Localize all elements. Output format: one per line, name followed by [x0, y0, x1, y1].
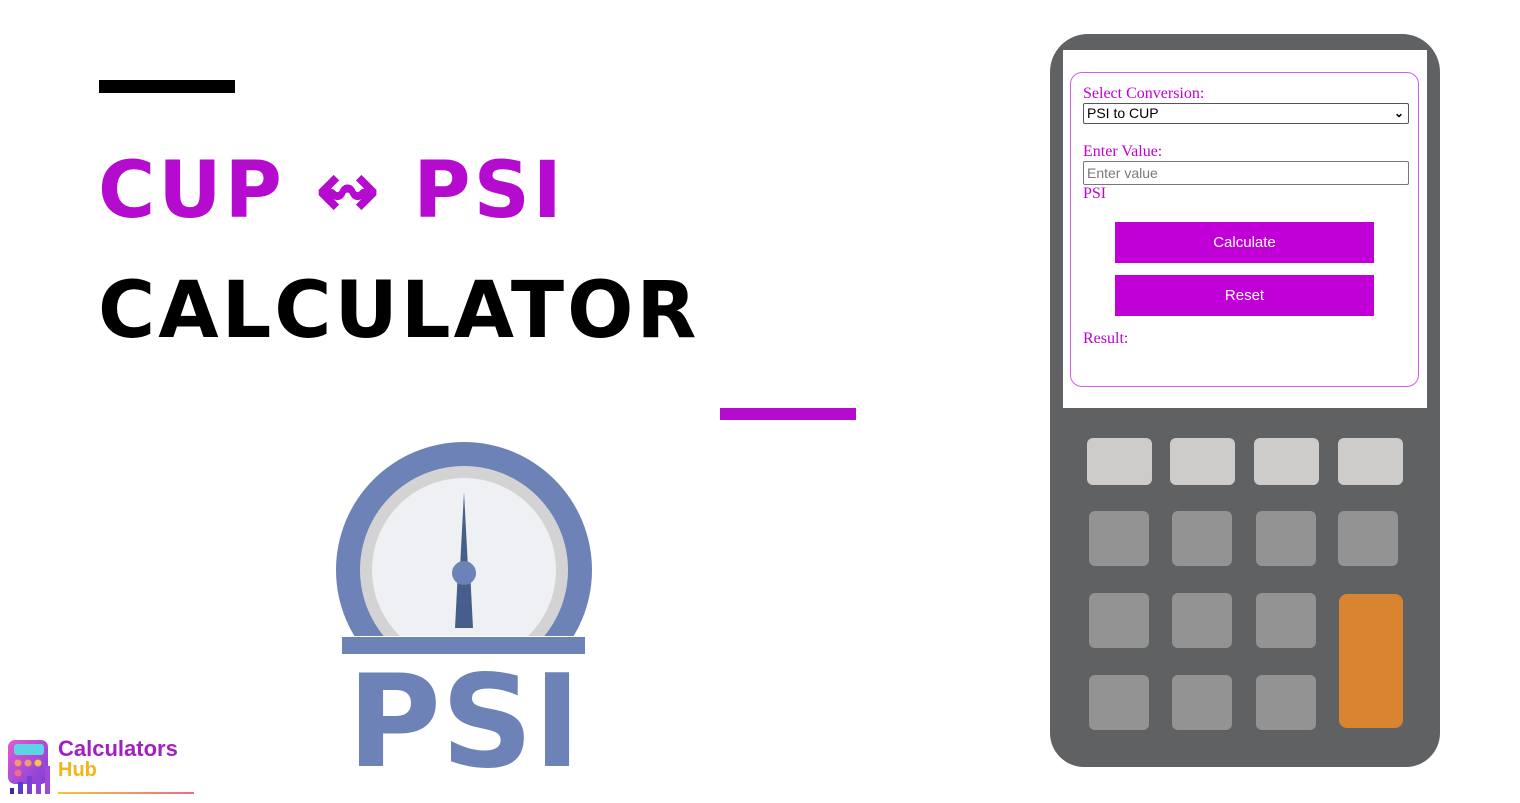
calculate-button[interactable]: Calculate [1115, 222, 1374, 263]
decorative-bar-black [99, 80, 235, 93]
key [1338, 511, 1398, 566]
gauge-label: PSI [347, 648, 581, 770]
brand-logo: Calculators Hub [6, 738, 196, 798]
key [1172, 593, 1232, 648]
chevron-down-icon: ⌄ [1393, 106, 1404, 120]
pressure-gauge-icon: PSI [330, 442, 600, 770]
key [1172, 511, 1232, 566]
key [1256, 675, 1316, 730]
calculator-device: Select Conversion: PSI to CUP ⌄ Enter Va… [1050, 34, 1440, 767]
page-title-line-1: CUP ↭ PSI [98, 146, 565, 236]
brand-name-line-1: Calculators [58, 736, 178, 761]
conversion-form: Select Conversion: PSI to CUP ⌄ Enter Va… [1070, 72, 1419, 387]
key [1087, 438, 1152, 485]
key [1254, 438, 1319, 485]
decorative-bar-purple [720, 408, 856, 420]
key [1256, 593, 1316, 648]
reset-button[interactable]: Reset [1115, 275, 1374, 316]
conversion-select[interactable]: PSI to CUP ⌄ [1083, 103, 1409, 124]
brand-name-line-2: Hub [58, 759, 97, 781]
calculator-logo-icon [8, 740, 50, 794]
key [1089, 675, 1149, 730]
key [1172, 675, 1232, 730]
calculator-screen: Select Conversion: PSI to CUP ⌄ Enter Va… [1063, 50, 1427, 408]
key [1089, 511, 1149, 566]
page-title-line-2: CALCULATOR [98, 266, 700, 356]
enter-value-label: Enter Value: [1083, 143, 1163, 160]
key [1089, 593, 1149, 648]
key-equals [1339, 594, 1403, 728]
select-conversion-label: Select Conversion: [1083, 85, 1205, 102]
key [1256, 511, 1316, 566]
unit-label: PSI [1083, 185, 1107, 202]
value-input[interactable]: Enter value [1083, 161, 1409, 185]
conversion-select-value: PSI to CUP [1087, 105, 1159, 121]
key [1170, 438, 1235, 485]
brand-underline [58, 792, 194, 794]
result-label: Result: [1083, 330, 1129, 347]
key [1338, 438, 1403, 485]
